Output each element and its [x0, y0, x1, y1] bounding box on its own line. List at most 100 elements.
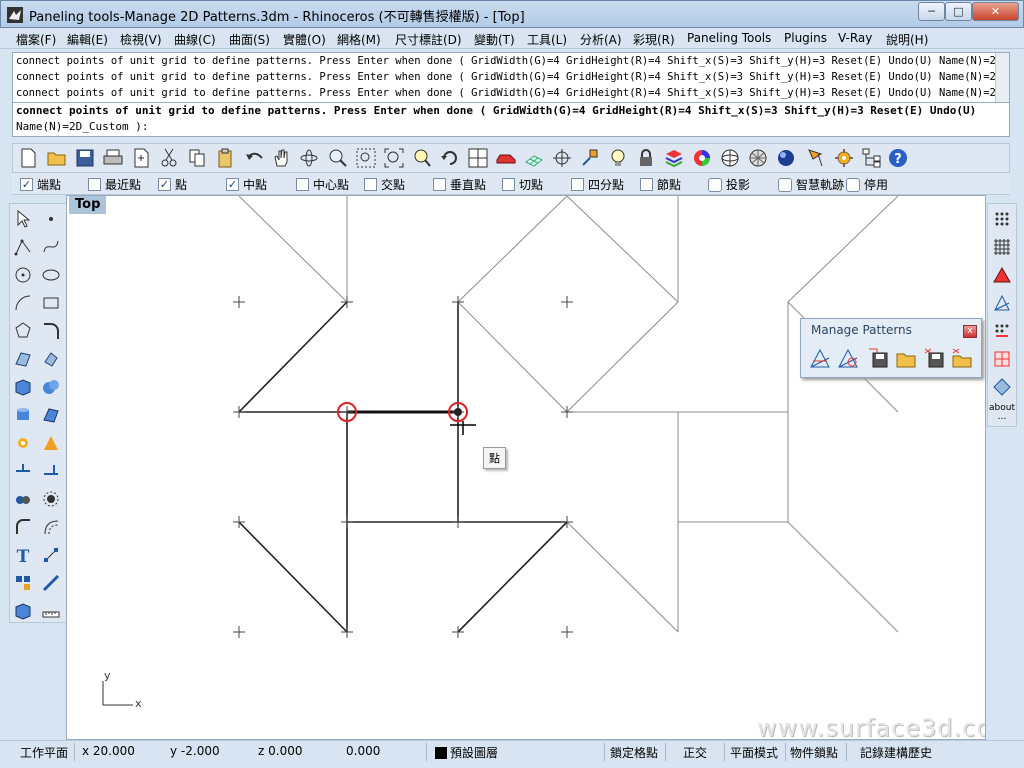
extrude-surface-icon[interactable]: [40, 348, 62, 370]
viewport-title[interactable]: Top: [69, 196, 107, 214]
boolean-icon[interactable]: [40, 432, 62, 454]
menu-dimension[interactable]: 尺寸標註(D): [395, 31, 462, 48]
osnap-point[interactable]: ✓ 點: [158, 176, 187, 193]
split-icon[interactable]: [40, 460, 62, 482]
save-icon[interactable]: [74, 147, 96, 169]
new-icon[interactable]: [17, 147, 39, 169]
menu-view[interactable]: 檢視(V): [120, 31, 162, 48]
save-pattern-file-icon[interactable]: [923, 347, 945, 369]
menu-solid[interactable]: 實體(O): [283, 31, 326, 48]
mesh-sphere-icon[interactable]: [747, 147, 769, 169]
paste-icon[interactable]: [214, 147, 236, 169]
checkbox[interactable]: [433, 178, 446, 191]
pan-hand-icon[interactable]: [270, 147, 292, 169]
osnap-project[interactable]: 投影: [708, 176, 750, 193]
cplane-icon[interactable]: [551, 147, 573, 169]
menu-mesh[interactable]: 網格(M): [337, 31, 381, 48]
status-planar-toggle[interactable]: 平面模式: [730, 744, 778, 761]
gear-icon[interactable]: [833, 147, 855, 169]
render-sphere-icon[interactable]: [719, 147, 741, 169]
cut-icon[interactable]: [158, 147, 180, 169]
cell-grid-icon[interactable]: [991, 348, 1013, 370]
osnap-mid[interactable]: ✓ 中點: [226, 176, 267, 193]
open-pattern-file-icon[interactable]: [951, 347, 973, 369]
import-icon[interactable]: [130, 147, 152, 169]
menu-plugins[interactable]: Plugins: [784, 31, 827, 45]
menu-curve[interactable]: 曲線(C): [174, 31, 216, 48]
close-button[interactable]: ✕: [972, 2, 1019, 21]
command-prompt[interactable]: connect points of unit grid to define pa…: [12, 103, 1010, 137]
explode-icon[interactable]: [40, 488, 62, 510]
material-ball-icon[interactable]: [775, 147, 797, 169]
command-history[interactable]: connect points of unit grid to define pa…: [12, 52, 1010, 103]
top-viewport[interactable]: y x Top 點 www.surface3d.com.tw: [66, 195, 986, 740]
zoom-selected-icon[interactable]: [411, 147, 433, 169]
osnap-smarttrack[interactable]: 智慧軌跡: [778, 176, 844, 193]
status-osnap-toggle[interactable]: 物件鎖點: [790, 744, 838, 761]
select-arrow-icon[interactable]: [12, 208, 34, 230]
help-icon[interactable]: ?: [887, 147, 909, 169]
surface-pts-icon[interactable]: [12, 348, 34, 370]
checkbox[interactable]: [502, 178, 515, 191]
circle-icon[interactable]: [12, 264, 34, 286]
menu-vray[interactable]: V-Ray: [838, 31, 872, 45]
viewport-canvas[interactable]: y x: [67, 196, 986, 740]
point-tool-icon[interactable]: [40, 208, 62, 230]
checkbox[interactable]: [640, 178, 653, 191]
dimension-icon[interactable]: [40, 572, 62, 594]
lock-icon[interactable]: [635, 147, 657, 169]
status-layer[interactable]: 預設圖層: [450, 744, 498, 761]
scale-icon[interactable]: [40, 544, 62, 566]
checkbox[interactable]: ✓: [158, 178, 171, 191]
osnap-knot[interactable]: 節點: [640, 176, 681, 193]
menu-paneling-tools[interactable]: Paneling Tools: [687, 31, 771, 45]
menu-file[interactable]: 檔案(F): [16, 31, 56, 48]
checkbox[interactable]: [708, 177, 722, 192]
pattern-grid-icon[interactable]: [809, 347, 831, 369]
grid-plane-icon[interactable]: [523, 147, 545, 169]
undo-icon[interactable]: [244, 147, 266, 169]
open-icon[interactable]: [46, 147, 68, 169]
menu-transform[interactable]: 變動(T): [474, 31, 515, 48]
osnap-perpendicular[interactable]: 垂直點: [433, 176, 486, 193]
zoom-extents-icon[interactable]: [383, 147, 405, 169]
zoom-icon[interactable]: [327, 147, 349, 169]
tree-icon[interactable]: [861, 147, 883, 169]
checkbox[interactable]: ✓: [20, 178, 33, 191]
copy-icon[interactable]: [186, 147, 208, 169]
rotate-view-icon[interactable]: [298, 147, 320, 169]
diamond-panel-icon[interactable]: [991, 376, 1013, 398]
save-pattern-icon[interactable]: [867, 347, 889, 369]
explode-gear-icon[interactable]: [12, 432, 34, 454]
osnap-disable[interactable]: 停用: [846, 176, 888, 193]
flag-icon[interactable]: [805, 147, 827, 169]
four-views-icon[interactable]: [467, 147, 489, 169]
fillet-curve-icon[interactable]: [40, 320, 62, 342]
light-icon[interactable]: [607, 147, 629, 169]
osnap-intersection[interactable]: 交點: [364, 176, 405, 193]
pattern-edit-icon[interactable]: [837, 347, 859, 369]
trim-icon[interactable]: [12, 460, 34, 482]
open-pattern-icon[interactable]: [895, 347, 917, 369]
color-wheel-icon[interactable]: [691, 147, 713, 169]
checkbox[interactable]: ✓: [226, 178, 239, 191]
about-button[interactable]: about…: [989, 402, 1015, 424]
block-cube-icon[interactable]: [12, 600, 34, 622]
menu-help[interactable]: 說明(H): [886, 31, 928, 48]
triangle-panel-icon[interactable]: [991, 264, 1013, 286]
osnap-near[interactable]: 最近點: [88, 176, 141, 193]
offset-icon[interactable]: [40, 516, 62, 538]
checkbox[interactable]: [296, 178, 309, 191]
mesh-surface-icon[interactable]: [40, 404, 62, 426]
dense-grid-icon[interactable]: [991, 236, 1013, 258]
menu-analyze[interactable]: 分析(A): [580, 31, 622, 48]
checkbox[interactable]: [364, 178, 377, 191]
join-icon[interactable]: [12, 488, 34, 510]
car-icon[interactable]: [495, 147, 517, 169]
osnap-center[interactable]: 中心點: [296, 176, 349, 193]
maximize-button[interactable]: □: [945, 2, 972, 21]
arc-icon[interactable]: [12, 292, 34, 314]
polyline-icon[interactable]: [12, 236, 34, 258]
print-icon[interactable]: [102, 147, 124, 169]
polygon-icon[interactable]: [12, 320, 34, 342]
